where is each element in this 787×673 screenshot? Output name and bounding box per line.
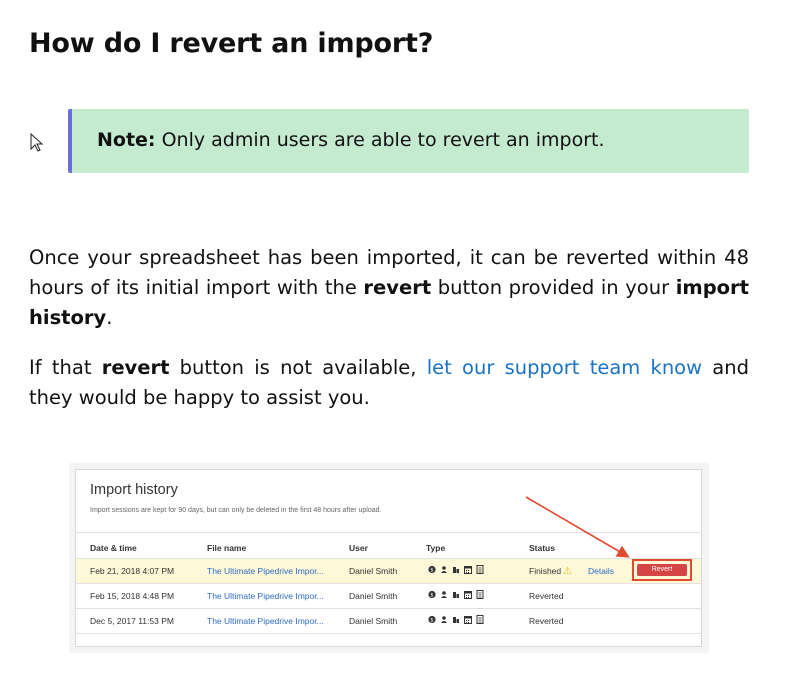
bold-revert: revert	[101, 356, 170, 379]
row-date: Feb 21, 2018 4:07 PM	[90, 566, 175, 576]
row-type-icons: $	[428, 615, 484, 624]
revert-highlight-box: Revert	[632, 559, 692, 581]
page-title: How do I revert an import?	[29, 28, 434, 59]
divider	[76, 532, 701, 533]
row-file-link[interactable]: The Ultimate Pipedrive Impor...	[207, 591, 324, 601]
table-row: Feb 21, 2018 4:07 PM The Ultimate Pipedr…	[76, 558, 701, 583]
row-date: Feb 15, 2018 4:48 PM	[90, 591, 175, 601]
dollar-icon: $	[428, 615, 436, 624]
text-span: .	[106, 306, 113, 329]
row-date: Dec 5, 2017 11:53 PM	[90, 616, 174, 626]
details-link[interactable]: Details	[588, 566, 614, 576]
person-icon	[441, 616, 447, 623]
row-user: Daniel Smith	[349, 566, 398, 576]
document-icon	[476, 615, 484, 624]
calendar-icon	[464, 566, 472, 574]
column-file-name: File name	[207, 543, 247, 553]
note-callout: Note: Only admin users are able to rever…	[68, 109, 749, 173]
calendar-icon	[464, 616, 472, 624]
row-type-icons: $	[428, 590, 484, 599]
text-span: button provided in your	[431, 276, 676, 299]
import-history-panel: Import history Import sessions are kept …	[75, 469, 702, 647]
column-date: Date & time	[90, 543, 137, 553]
bold-revert: revert	[363, 276, 432, 299]
svg-text:$: $	[430, 593, 433, 599]
person-icon	[441, 591, 447, 598]
table-header: Date & time File name User Type Status	[76, 540, 701, 556]
column-user: User	[349, 543, 368, 553]
building-icon	[453, 617, 459, 623]
svg-text:$: $	[430, 618, 433, 624]
table-row: Dec 5, 2017 11:53 PM The Ultimate Pipedr…	[76, 608, 701, 633]
text-span: button is not available,	[169, 356, 427, 379]
warning-icon: ⚠	[563, 566, 573, 577]
row-user: Daniel Smith	[349, 591, 398, 601]
import-history-subtitle: Import sessions are kept for 90 days, bu…	[90, 507, 382, 514]
svg-text:$: $	[430, 568, 433, 574]
document-icon	[476, 590, 484, 599]
note-text: Note: Only admin users are able to rever…	[97, 129, 605, 151]
import-history-screenshot: Import history Import sessions are kept …	[69, 463, 709, 653]
calendar-icon	[464, 591, 472, 599]
table-bottom-border	[76, 633, 701, 648]
row-user: Daniel Smith	[349, 616, 398, 626]
note-label: Note:	[97, 129, 156, 151]
status-text: Finished	[529, 566, 562, 576]
row-type-icons: $	[428, 565, 484, 574]
row-file-link[interactable]: The Ultimate Pipedrive Impor...	[207, 616, 324, 626]
paragraph-revert-info: Once your spreadsheet has been imported,…	[29, 243, 749, 333]
note-body: Only admin users are able to revert an i…	[155, 129, 605, 151]
table-row: Feb 15, 2018 4:48 PM The Ultimate Pipedr…	[76, 583, 701, 608]
paragraph-support: If that revert button is not available, …	[29, 353, 749, 413]
support-team-link[interactable]: let our support team know	[427, 356, 702, 379]
row-status: Reverted	[529, 616, 564, 626]
import-history-title: Import history	[90, 482, 178, 498]
row-file-link[interactable]: The Ultimate Pipedrive Impor...	[207, 566, 324, 576]
dollar-icon: $	[428, 590, 436, 599]
revert-button[interactable]: Revert	[637, 564, 687, 576]
person-icon	[441, 566, 447, 573]
row-status: Reverted	[529, 591, 564, 601]
building-icon	[453, 592, 459, 598]
text-span: If that	[29, 356, 102, 379]
column-type: Type	[426, 543, 446, 553]
building-icon	[453, 567, 459, 573]
document-icon	[476, 565, 484, 574]
mouse-pointer-icon	[30, 133, 44, 152]
row-status: Finished ⚠	[529, 566, 572, 577]
column-status: Status	[529, 543, 555, 553]
dollar-icon: $	[428, 565, 436, 574]
